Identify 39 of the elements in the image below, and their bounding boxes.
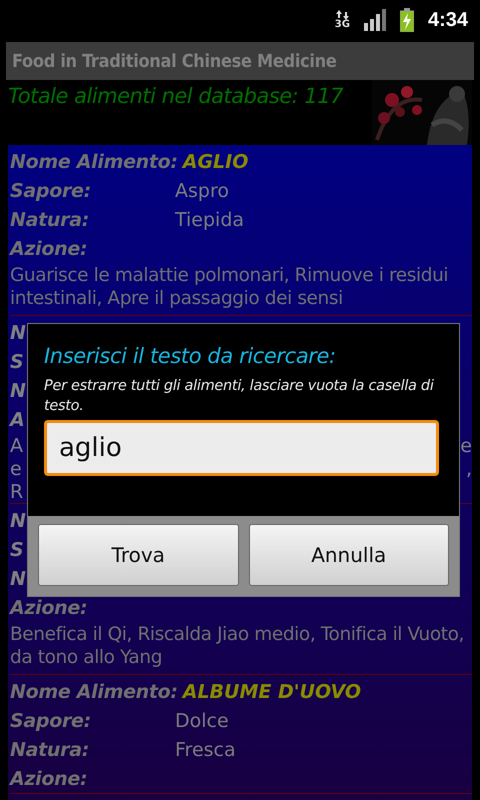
total-count-text: Totale alimenti nel database: 117 <box>8 84 344 108</box>
partial-text: , <box>466 458 472 480</box>
battery-charging-icon <box>400 8 414 32</box>
food-name: ALBUME D'UOVO <box>182 680 361 702</box>
partial-text: N <box>10 380 26 402</box>
field-value: Dolce <box>175 710 229 732</box>
signal-icon <box>364 9 386 31</box>
field-value: Tiepida <box>175 208 244 230</box>
dialog-button[interactable]: Annulla <box>248 524 449 586</box>
field-label: Sapore: <box>10 180 92 202</box>
partial-text: A <box>10 434 23 456</box>
food-name: AGLIO <box>182 150 248 172</box>
partial-text: e <box>10 458 22 480</box>
field-value: Fresca <box>175 738 236 760</box>
search-field[interactable]: aglio <box>44 420 439 476</box>
field-label: Natura: <box>10 208 90 230</box>
field-label: Azione: <box>10 596 88 618</box>
field-label: Natura: <box>10 738 90 760</box>
field-label: Azione: <box>10 238 88 260</box>
field-label: Nome Alimento: <box>10 150 179 172</box>
partial-text: A <box>10 408 25 430</box>
partial-text: S <box>10 350 24 372</box>
partial-text: N <box>10 568 26 590</box>
action-text: Guarisce le malattie polmonari, Rimuove i residui intestinali, Apre il passaggio dei sensi <box>10 264 450 311</box>
action-text: Benefica il Qi, Riscalda Jiao medio, Tonifica il Vuoto, da tono allo Yang <box>10 623 466 670</box>
field-label: Sapore: <box>10 710 92 732</box>
dialog-message: Per estrarre tutti gli alimenti, lasciare vuota la casella di testo. <box>44 377 435 416</box>
dialog-button[interactable]: Trova <box>38 524 238 586</box>
partial-text: e <box>460 434 472 456</box>
field-label: Nome Alimento: <box>10 680 179 702</box>
partial-text: N <box>10 322 26 344</box>
partial-text: N <box>10 510 26 532</box>
field-value: Aspro <box>175 180 229 202</box>
window-title: Food in Traditional Chinese Medicine <box>11 50 337 72</box>
partial-text: S <box>10 538 24 560</box>
clock-time: 4:34 <box>428 8 468 32</box>
dialog-title: Inserisci il testo da ricercare: <box>44 344 337 368</box>
field-label: Azione: <box>10 768 88 790</box>
partial-text: R <box>10 480 24 502</box>
